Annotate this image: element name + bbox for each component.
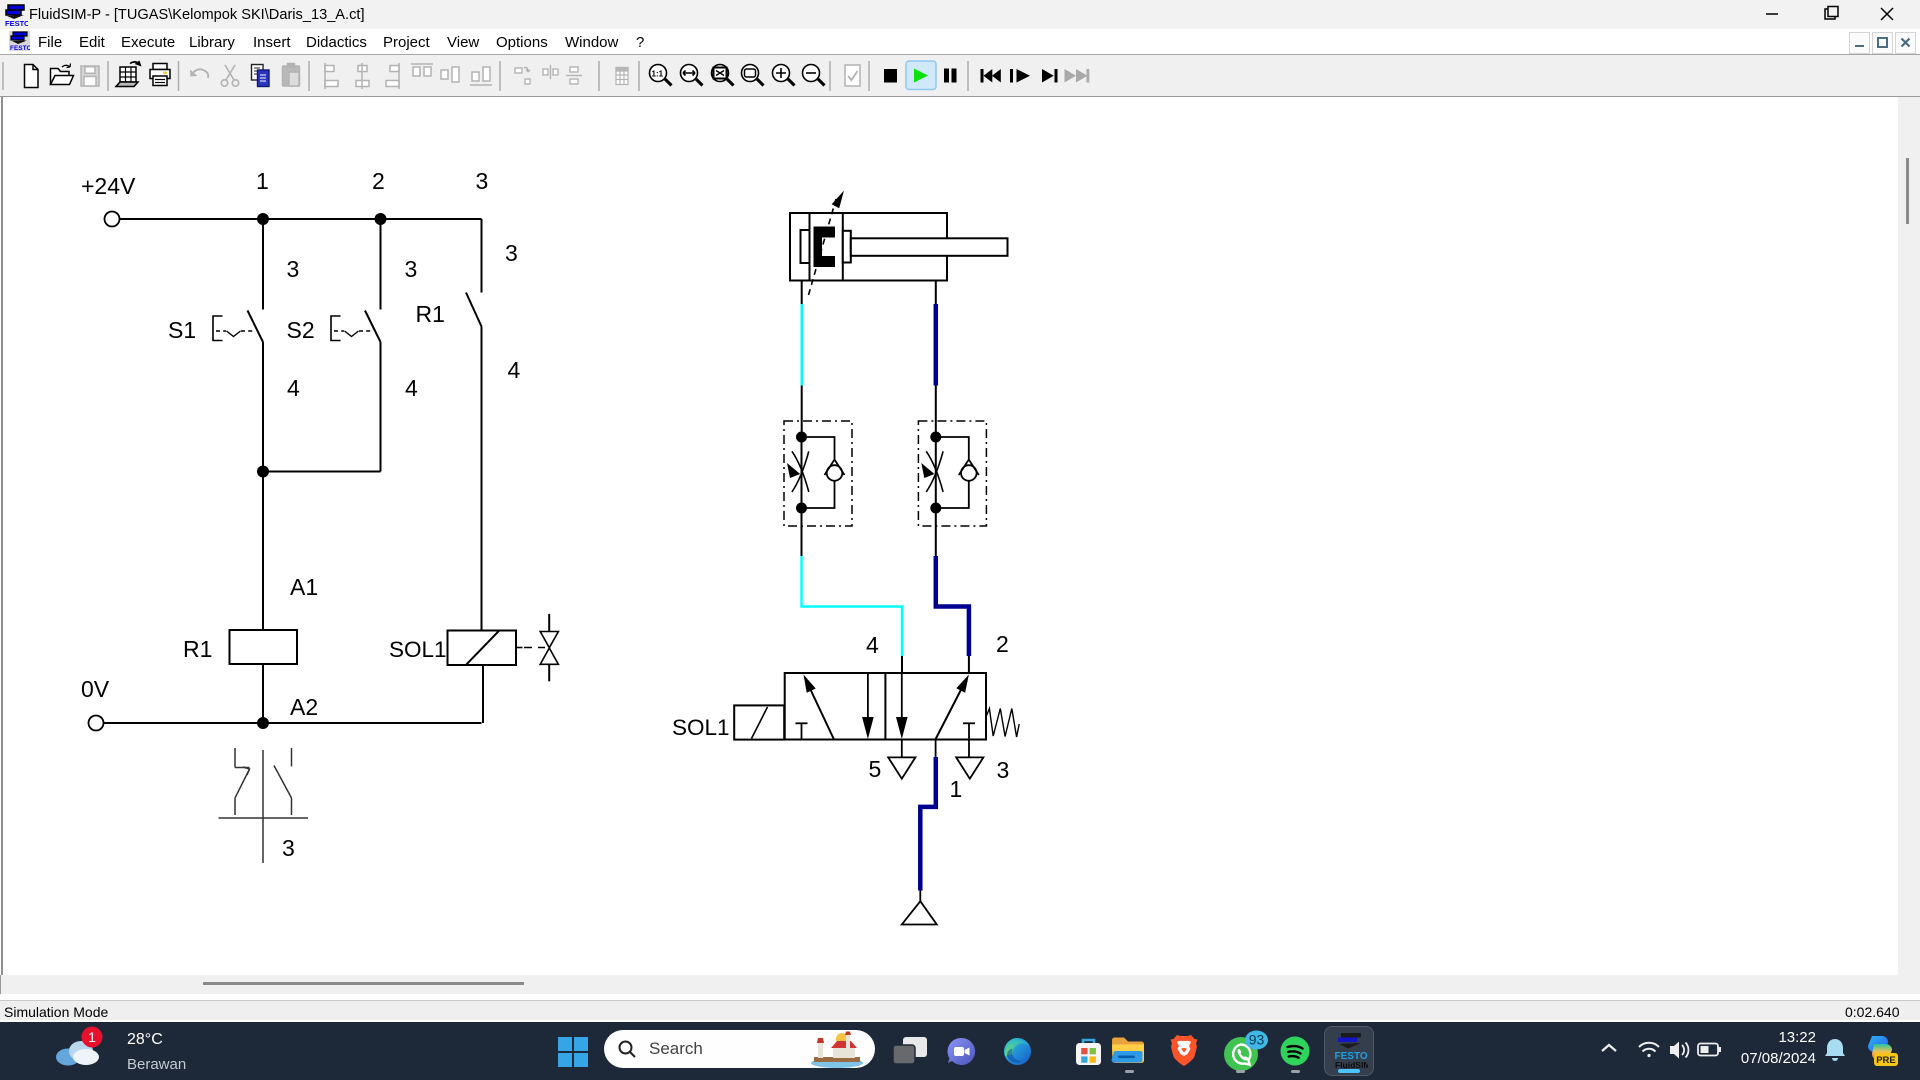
svg-text:4: 4 [508,357,521,383]
svg-text:3: 3 [282,835,295,861]
svg-text:93: 93 [1249,1032,1265,1048]
svg-text:S1: S1 [168,317,196,343]
svg-text:A1: A1 [290,574,318,600]
svg-text:3: 3 [505,240,518,266]
svg-text:2: 2 [996,631,1009,657]
svg-text:SOL1: SOL1 [389,637,447,662]
svg-text:3: 3 [476,168,489,194]
svg-text:3: 3 [405,256,418,282]
svg-text:3: 3 [287,256,300,282]
svg-text:2: 2 [372,168,385,194]
svg-text:0V: 0V [81,676,110,702]
svg-text:3: 3 [997,757,1010,783]
svg-text:5: 5 [869,756,882,782]
svg-text:1: 1 [88,1029,96,1045]
svg-text:SOL1: SOL1 [672,715,730,740]
svg-text:S2: S2 [287,317,315,343]
svg-text:R1: R1 [416,301,445,327]
svg-text:4: 4 [405,375,418,401]
svg-text:R1: R1 [183,636,212,662]
svg-text:1: 1 [950,776,963,802]
svg-text:A2: A2 [290,694,318,720]
svg-text:1: 1 [256,168,269,194]
svg-text:4: 4 [866,632,879,658]
svg-text:PRE: PRE [1876,1055,1896,1066]
svg-text:4: 4 [287,375,300,401]
svg-text:+24V: +24V [81,173,136,199]
